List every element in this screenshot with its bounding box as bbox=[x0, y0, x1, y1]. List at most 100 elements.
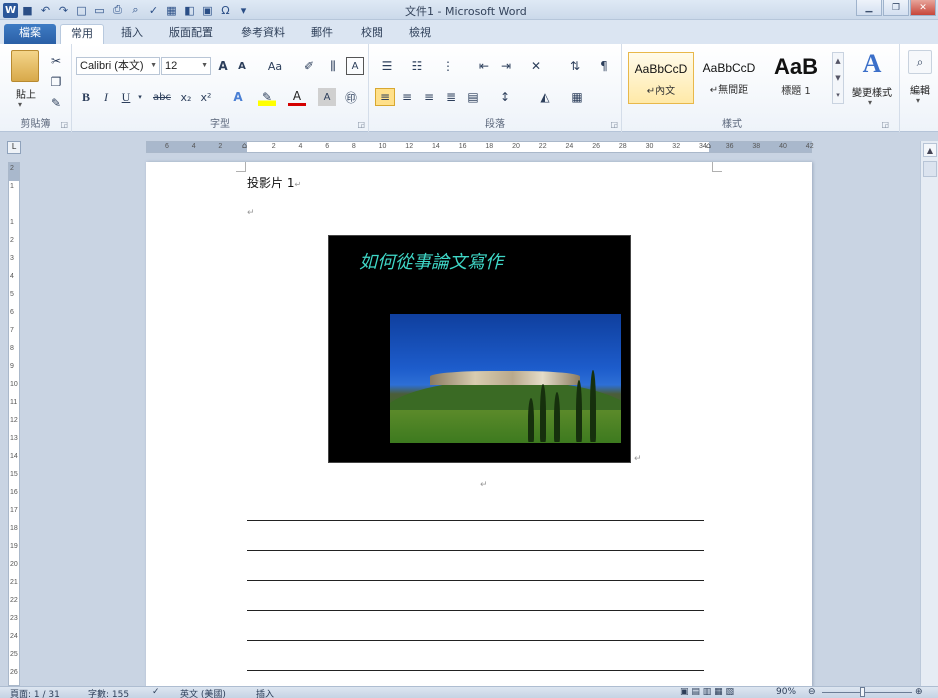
styles-scroll[interactable]: ▲ ▼ ▾ bbox=[832, 52, 844, 104]
open-icon[interactable]: ▭ bbox=[91, 2, 108, 19]
enclose-char-icon[interactable]: ㊞ bbox=[342, 88, 360, 106]
new-icon[interactable]: □ bbox=[73, 2, 90, 19]
slide-thumbnail[interactable]: 如何從事論文寫作 bbox=[328, 235, 631, 463]
undo-icon[interactable]: ↶ bbox=[37, 2, 54, 19]
proofing-icon[interactable]: ✓ bbox=[152, 687, 160, 697]
justify-icon[interactable]: ≣ bbox=[441, 88, 461, 106]
format-painter-icon[interactable]: ✎ bbox=[48, 94, 64, 112]
tab-mailings[interactable]: 郵件 bbox=[302, 24, 342, 44]
style-heading-1[interactable]: AaB 標題 1 bbox=[764, 52, 828, 104]
save-icon[interactable]: ■ bbox=[19, 2, 36, 19]
tab-review[interactable]: 校閱 bbox=[352, 24, 392, 44]
font-size-combo[interactable]: 12 ▼ bbox=[161, 57, 211, 75]
picture-icon[interactable]: ▣ bbox=[199, 2, 216, 19]
style-normal[interactable]: AaBbCcD ↵內文 bbox=[628, 52, 694, 104]
tab-view[interactable]: 檢視 bbox=[400, 24, 440, 44]
paragraph-launcher-icon[interactable]: ◲ bbox=[610, 120, 618, 129]
line-spacing-icon[interactable]: ↕ bbox=[493, 88, 517, 106]
zoom-level[interactable]: 90% bbox=[776, 687, 796, 697]
superscript-button[interactable]: x² bbox=[198, 88, 214, 106]
align-left-icon[interactable]: ≡ bbox=[375, 88, 395, 106]
zoom-out-icon[interactable]: ⊖ bbox=[808, 687, 816, 697]
grow-font-button[interactable]: A bbox=[214, 57, 232, 75]
print-icon[interactable]: ⎙ bbox=[109, 2, 126, 19]
bold-button[interactable]: B bbox=[78, 88, 94, 106]
close-icon[interactable]: ✕ bbox=[910, 0, 936, 16]
tab-selector-icon[interactable]: L bbox=[7, 141, 21, 154]
decrease-indent-icon[interactable]: ⇤ bbox=[475, 57, 493, 75]
spelling-icon[interactable]: ✓ bbox=[145, 2, 162, 19]
shrink-font-button[interactable]: A bbox=[234, 57, 250, 75]
font-color-button[interactable]: A bbox=[288, 88, 306, 106]
asian-layout-icon[interactable]: ✕ bbox=[525, 57, 547, 75]
change-styles-button[interactable]: 變更樣式 bbox=[844, 84, 900, 99]
tab-references[interactable]: 參考資料 bbox=[232, 24, 294, 44]
page-count[interactable]: 頁面: 1 / 31 bbox=[10, 687, 60, 698]
increase-indent-icon[interactable]: ⇥ bbox=[497, 57, 515, 75]
vertical-ruler[interactable]: 2 1 1 2 3 4 5 6 7 8 9 10 11 12 13 14 15 16 17 18 19 20 21 22 23 2… bbox=[8, 162, 20, 686]
paste-button[interactable]: 貼上 bbox=[10, 86, 42, 101]
zoom-slider-thumb[interactable] bbox=[860, 687, 865, 697]
clipboard-launcher-icon[interactable]: ◲ bbox=[60, 120, 68, 129]
style-no-spacing[interactable]: AaBbCcD ↵無間距 bbox=[696, 52, 762, 104]
sort-icon[interactable]: ⇅ bbox=[565, 57, 585, 75]
vertical-scrollbar[interactable]: ▲ bbox=[920, 141, 938, 686]
show-marks-icon[interactable]: ¶ bbox=[595, 57, 613, 75]
phonetic-guide-icon[interactable]: ⫼ bbox=[322, 57, 344, 75]
document-page[interactable]: 投影片 1↵ ↵ 如何從事論文寫作 ↵ ↵ bbox=[146, 162, 812, 698]
tab-insert[interactable]: 插入 bbox=[112, 24, 152, 44]
font-launcher-icon[interactable]: ◲ bbox=[357, 120, 365, 129]
insert-mode[interactable]: 插入 bbox=[256, 687, 274, 698]
underline-button[interactable]: U bbox=[118, 88, 134, 106]
char-shading-icon[interactable]: A bbox=[318, 88, 336, 106]
redo-icon[interactable]: ↷ bbox=[55, 2, 72, 19]
copy-icon[interactable]: ❐ bbox=[48, 73, 64, 91]
clear-format-icon[interactable]: ✐ bbox=[300, 57, 318, 75]
change-styles-icon[interactable]: A bbox=[852, 50, 892, 78]
right-indent-marker-icon[interactable]: ⌂ bbox=[706, 141, 711, 150]
multilevel-list-icon[interactable]: ⋮ bbox=[435, 57, 461, 75]
customize-icon[interactable]: ▾ bbox=[235, 2, 252, 19]
highlight-icon[interactable]: ✎ bbox=[258, 88, 276, 106]
indent-marker-icon[interactable]: ⌂ bbox=[242, 141, 247, 150]
chevron-down-icon[interactable]: ▾ bbox=[136, 88, 144, 106]
editing-button[interactable]: 編輯 bbox=[904, 82, 936, 97]
insert-icon[interactable]: ◧ bbox=[181, 2, 198, 19]
text-effects-icon[interactable]: A bbox=[228, 88, 248, 106]
horizontal-ruler[interactable]: 6 4 2 2 4 6 8 10 12 14 16 18 20 22 24 26 28 30 32 34 36 38 40 4… bbox=[146, 141, 814, 153]
tab-home[interactable]: 常用 bbox=[60, 24, 104, 44]
font-name-combo[interactable]: Calibri (本文) ▼ bbox=[76, 57, 160, 75]
zoom-in-icon[interactable]: ⊕ bbox=[915, 687, 923, 697]
change-case-button[interactable]: Aa bbox=[262, 57, 288, 75]
subscript-button[interactable]: x₂ bbox=[178, 88, 194, 106]
minimize-icon[interactable]: ▁ bbox=[856, 0, 882, 16]
word-count[interactable]: 字數: 155 bbox=[88, 687, 129, 698]
distributed-icon[interactable]: ▤ bbox=[463, 88, 483, 106]
chevron-down-icon[interactable]: ▾ bbox=[916, 96, 920, 105]
numbering-icon[interactable]: ☷ bbox=[405, 57, 429, 75]
chevron-down-icon[interactable]: ▾ bbox=[868, 98, 872, 107]
maximize-icon[interactable]: ❐ bbox=[883, 0, 909, 16]
scroll-thumb[interactable] bbox=[923, 161, 937, 177]
tab-layout[interactable]: 版面配置 bbox=[160, 24, 222, 44]
cut-icon[interactable]: ✂ bbox=[48, 52, 64, 70]
print-preview-icon[interactable]: ⌕ bbox=[127, 2, 144, 19]
styles-launcher-icon[interactable]: ◲ bbox=[881, 120, 889, 129]
language[interactable]: 英文 (美國) bbox=[180, 687, 226, 698]
zoom-slider[interactable] bbox=[822, 692, 912, 693]
shading-icon[interactable]: ◭ bbox=[533, 88, 557, 106]
borders-icon[interactable]: ▦ bbox=[565, 88, 589, 106]
symbol-icon[interactable]: Ω bbox=[217, 2, 234, 19]
paste-dropdown-icon[interactable]: ▾ bbox=[18, 100, 22, 109]
slide-heading[interactable]: 投影片 1↵ bbox=[247, 174, 301, 191]
view-buttons[interactable]: ▣ ▤ ▥ ▦ ▧ bbox=[680, 687, 734, 697]
tab-file[interactable]: 檔案 bbox=[4, 24, 56, 44]
italic-button[interactable]: I bbox=[98, 88, 114, 106]
align-right-icon[interactable]: ≡ bbox=[419, 88, 439, 106]
scroll-up-icon[interactable]: ▲ bbox=[923, 143, 937, 157]
align-center-icon[interactable]: ≡ bbox=[397, 88, 417, 106]
paste-icon[interactable] bbox=[11, 50, 39, 82]
char-border-button[interactable]: A bbox=[346, 57, 364, 75]
binoculars-icon[interactable]: ⌕ bbox=[908, 50, 932, 74]
table-icon[interactable]: ▦ bbox=[163, 2, 180, 19]
